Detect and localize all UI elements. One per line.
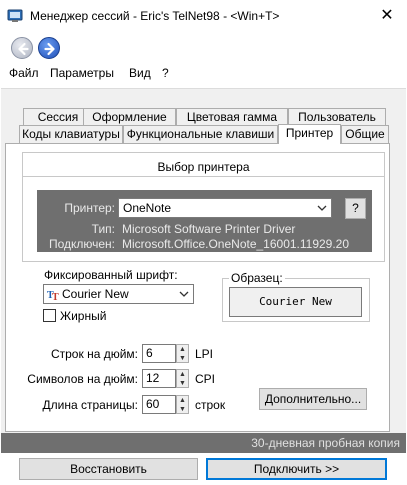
chevron-down-icon [179, 291, 189, 297]
menu-view[interactable]: Вид [129, 66, 151, 80]
font-select[interactable]: T T Courier New [43, 284, 194, 304]
svg-text:T: T [52, 292, 59, 301]
spin-down-icon[interactable]: ▼ [177, 405, 188, 414]
menu-options[interactable]: Параметры [50, 66, 114, 80]
spin-up-icon[interactable]: ▲ [177, 370, 188, 379]
connect-button[interactable]: Подключить >> [206, 458, 387, 480]
printer-label: Принтер: [64, 201, 115, 215]
window-title: Менеджер сессий - Eric's TelNet98 - <Win… [30, 9, 280, 23]
sample-label: Образец: [229, 271, 285, 285]
chars-per-inch-stepper[interactable]: ▲ ▼ [176, 369, 189, 388]
printer-group-title: Выбор принтера [157, 160, 250, 174]
type-label: Тип: [91, 222, 115, 236]
printer-select-value: OneNote [123, 201, 172, 215]
page-length-label: Длина страницы: [42, 398, 138, 412]
lines-unit: LPI [195, 347, 214, 361]
type-value: Microsoft Software Printer Driver [122, 222, 296, 236]
spin-up-icon[interactable]: ▲ [177, 396, 188, 405]
tab-function-keys[interactable]: Функциональные клавиши [123, 125, 278, 143]
page-length-stepper[interactable]: ▲ ▼ [176, 395, 189, 414]
tab-color-scheme[interactable]: Цветовая гамма [176, 108, 288, 126]
bold-checkbox[interactable] [43, 309, 56, 322]
connected-value: Microsoft.Office.OneNote_16001.11929.20 [122, 237, 350, 251]
menu-file[interactable]: Файл [9, 66, 39, 80]
close-button[interactable]: ✕ [372, 4, 402, 28]
chevron-down-icon [317, 205, 327, 211]
chars-unit: CPI [195, 372, 216, 386]
title-bar: Менеджер сессий - Eric's TelNet98 - <Win… [0, 0, 407, 32]
trial-banner: 30-дневная пробная копия [1, 433, 406, 453]
spin-down-icon[interactable]: ▼ [177, 354, 188, 363]
tab-general[interactable]: Общие [341, 125, 389, 143]
back-arrow-icon [18, 42, 29, 56]
truetype-font-icon: T T [47, 290, 59, 301]
tab-keyboard-codes[interactable]: Коды клавиатуры [19, 125, 123, 143]
page-length-input[interactable]: 60 [142, 395, 176, 414]
bold-label: Жирный [60, 309, 107, 323]
chars-per-inch-label: Символов на дюйм: [27, 372, 138, 386]
terminal-app-icon [7, 8, 23, 24]
advanced-button[interactable]: Дополнительно... [259, 388, 367, 410]
restore-button[interactable]: Восстановить [19, 458, 198, 480]
back-button[interactable] [11, 37, 33, 59]
connected-label: Подключен: [48, 237, 115, 251]
forward-button[interactable] [38, 37, 60, 59]
tab-printer[interactable]: Принтер [278, 124, 341, 144]
lines-per-inch-label: Строк на дюйм: [50, 347, 138, 361]
printer-select[interactable]: OneNote [118, 198, 332, 218]
group-divider [22, 176, 385, 177]
lines-per-inch-stepper[interactable]: ▲ ▼ [176, 344, 189, 363]
printer-help-button[interactable]: ? [345, 198, 366, 219]
tab-appearance[interactable]: Оформление [83, 108, 176, 126]
forward-arrow-icon [44, 42, 55, 56]
lines-per-inch-input[interactable]: 6 [142, 344, 176, 363]
spin-up-icon[interactable]: ▲ [177, 345, 188, 354]
chars-per-inch-input[interactable]: 12 [142, 369, 176, 388]
menu-help[interactable]: ? [162, 66, 169, 80]
fixed-font-label: Фиксированный шрифт: [44, 268, 178, 282]
font-select-value: Courier New [62, 287, 129, 301]
page-length-unit: строк [195, 398, 226, 412]
spin-down-icon[interactable]: ▼ [177, 379, 188, 388]
font-sample-preview: Courier New [229, 287, 362, 317]
